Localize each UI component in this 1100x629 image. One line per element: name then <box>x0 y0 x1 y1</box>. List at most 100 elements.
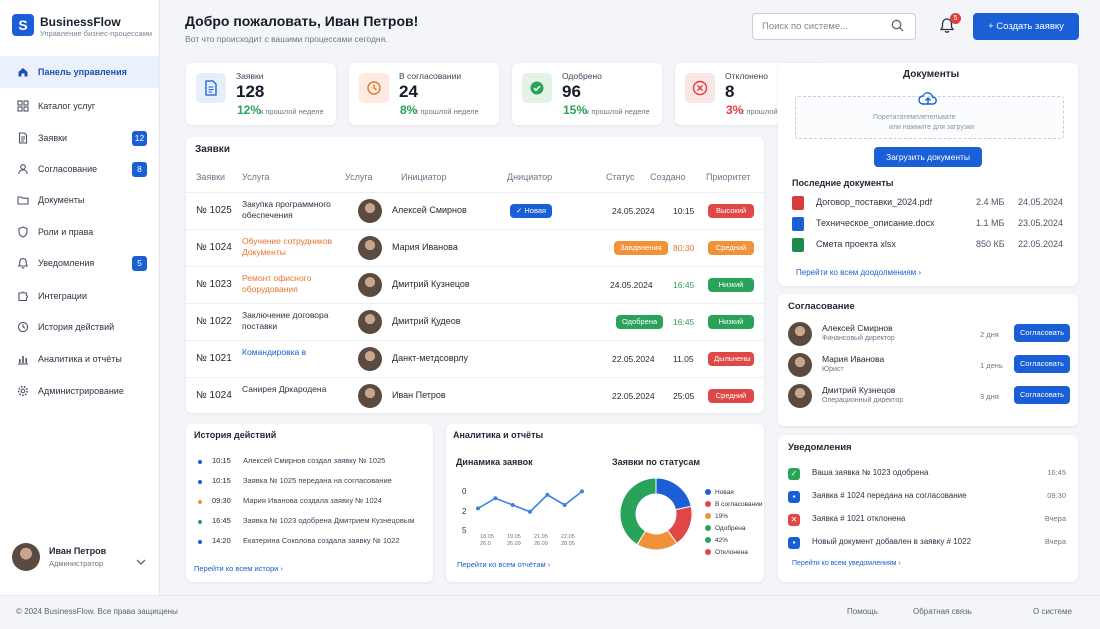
history-item: 16:45 Заявка № 1023 одобрена Дмитрием Куз… <box>198 516 428 534</box>
notification-item[interactable]: ✕ Заявка # 1021 отклонена Вчера <box>788 513 1066 535</box>
column-header: Инициатор <box>401 172 447 182</box>
history-item: 10:15 Заявка № 1025 передана на согласова… <box>198 476 428 494</box>
document-date: 22.05.2024 <box>1018 239 1064 249</box>
initiator-name: Дмитрий Қудеов <box>392 316 461 326</box>
search-icon[interactable] <box>891 19 904 35</box>
grid-icon <box>16 99 30 113</box>
folder-icon <box>16 193 30 207</box>
history-dot <box>198 520 202 524</box>
about-link[interactable]: О системе <box>1033 607 1072 616</box>
footer: © 2024 BusinessFlow. Все права защищены … <box>0 595 1100 629</box>
table-row[interactable]: № 1021 Командировка в Данкт-метдсоврлу 22.0… <box>186 340 764 377</box>
create-request-button[interactable]: + Создать заявку <box>973 13 1079 40</box>
all-documents-link[interactable]: Перейти ко всем доодолмениям › <box>796 268 921 277</box>
bar-chart-icon <box>16 352 30 366</box>
approve-button[interactable]: Согласовать <box>1014 355 1070 373</box>
table-row[interactable]: № 1022 Заключение договора поставки Дмитри… <box>186 303 764 340</box>
approve-button[interactable]: Согласовать <box>1014 386 1070 404</box>
sidebar-item-8[interactable]: Интеграции <box>0 280 159 312</box>
request-service: Закупка программного обеспечения <box>242 199 331 220</box>
clock-icon <box>359 73 389 103</box>
sidebar-item-7[interactable]: Уведомления 5 <box>0 247 159 279</box>
table-row[interactable]: № 1023 Ремонт офисного оборудования Дмитри… <box>186 266 764 303</box>
request-time: 25:05 <box>673 391 695 401</box>
sidebar-item-label: Уведомления <box>38 258 95 268</box>
user-profile[interactable]: Иван Петров Администратор <box>12 543 106 571</box>
sidebar-item-9[interactable]: История действий <box>0 311 159 343</box>
notification-text: Заявка # 1021 отклонена <box>812 514 906 523</box>
check-circle-icon <box>522 73 552 103</box>
sidebar-item-1[interactable]: Панель управления <box>0 56 159 88</box>
sidebar-item-6[interactable]: Роли и права <box>0 216 159 248</box>
page-title: Добро пожаловать, Иван Петров! <box>185 13 419 29</box>
x-tick-label: 26.0 <box>480 541 491 547</box>
table-row[interactable]: № 1024 Обучение сотрудников Документы Мари… <box>186 229 764 266</box>
chevron-down-icon[interactable] <box>136 556 146 568</box>
notification-time: Вчера <box>1044 514 1066 523</box>
history-text: Екатерина Соколова создала заявку № 1022 <box>243 536 400 545</box>
request-service: Командировка в <box>242 347 307 357</box>
history-dot <box>198 480 202 484</box>
sidebar-item-label: Документы <box>38 195 85 205</box>
document-row[interactable]: Договор_поставки_2024.pdf 2.4 МБ 24.05.202… <box>792 194 1070 212</box>
document-row[interactable]: Смета проекта xlsx 850 КБ 22.05.2024 <box>792 236 1070 254</box>
document-name: Техническое_описание.docx <box>816 218 935 228</box>
status-badge: Завдвнения <box>614 241 668 255</box>
sidebar-item-11[interactable]: Администрирование <box>0 375 159 407</box>
upload-documents-button[interactable]: Загрузить документы <box>874 147 982 167</box>
recent-documents-title: Последние документы <box>792 178 894 188</box>
user-name: Иван Петров <box>49 546 107 556</box>
sidebar-item-2[interactable]: Каталог услуг <box>0 90 159 122</box>
sidebar-item-label: Заявки <box>38 133 68 143</box>
user-role: Администратор <box>49 559 104 568</box>
table-row[interactable]: № 1025 Закупка программного обеспечения Ал… <box>186 192 764 229</box>
all-reports-link[interactable]: Перейти ко всем отчётам › <box>457 560 550 569</box>
legend-item: Новая <box>705 489 734 496</box>
help-link[interactable]: Помощь <box>847 607 878 616</box>
line-point <box>493 496 498 501</box>
history-item: 14:20 Екатерина Соколова создала заявку №… <box>198 536 428 554</box>
sidebar-item-3[interactable]: Заявки 12 <box>0 122 159 154</box>
history-dot <box>198 500 202 504</box>
history-dot <box>198 540 202 544</box>
request-id: № 1024 <box>196 390 232 401</box>
stat-value: 128 <box>236 82 265 101</box>
sidebar-item-label: Каталог услуг <box>38 101 96 111</box>
priority-badge: Средний <box>708 389 754 403</box>
pie-chart <box>619 477 693 551</box>
legend-item: 42% <box>705 537 728 544</box>
sidebar-item-10[interactable]: Аналитика и отчёты <box>0 343 159 375</box>
feedback-link[interactable]: Обратная связь <box>913 607 972 616</box>
document-row[interactable]: Техническое_описание.docx 1.1 МБ 23.05.202… <box>792 215 1070 233</box>
sidebar-item-label: Роли и права <box>38 227 94 237</box>
history-text: Заявка № 1023 одобрена Дмитрием Кузнецов… <box>243 516 415 525</box>
sidebar-item-4[interactable]: Согласование 8 <box>0 153 159 185</box>
avatar <box>358 199 382 223</box>
sidebar-item-5[interactable]: Документы <box>0 184 159 216</box>
history-title: История действий <box>194 430 277 440</box>
all-history-link[interactable]: Перейти ко всем истори › <box>194 564 283 573</box>
stat-percent: 12% <box>237 103 262 117</box>
line-chart: 02518.0526.019.0526.0921.0526.0922.0528.… <box>462 487 584 547</box>
line-point <box>510 503 515 507</box>
notification-item[interactable]: ▪ Заявка # 1024 передана на согласование 0… <box>788 490 1066 512</box>
table-row[interactable]: № 1024 Санирея Дркародена Иван Петров 22.05… <box>186 377 764 414</box>
initiator-name: Данкт-метдсоврлу <box>392 353 469 363</box>
avatar <box>358 236 382 260</box>
notification-time: 16:45 <box>1047 468 1066 477</box>
notification-item[interactable]: ▪ Новый документ добавлен в заявку # 1022… <box>788 536 1066 558</box>
all-notifications-link[interactable]: Перейти ко всем уведомлениям › <box>792 560 901 567</box>
notification-item[interactable]: ✓ Ваша заявка № 1023 одобрена 16:45 <box>788 467 1066 489</box>
approve-button[interactable]: Согласовать <box>1014 324 1070 342</box>
x-tick-label: 26.09 <box>534 541 548 547</box>
legend-swatch <box>705 525 711 532</box>
stat-note: к прошлой неделе <box>586 107 650 116</box>
stat-label: Отклонено <box>725 71 768 81</box>
dropzone-text: Поретататемплетельвате <box>873 114 956 121</box>
x-tick-label: 19.05 <box>507 534 521 540</box>
stat-card: Заявки 128 12% к прошлой неделе <box>186 63 336 155</box>
pie-slice <box>655 477 692 511</box>
stat-card: Одобрено 96 15% к прошлой неделе <box>512 63 662 155</box>
request-service: Санирея Дркародена <box>242 384 327 394</box>
sidebar-item-label: Согласование <box>38 164 98 174</box>
